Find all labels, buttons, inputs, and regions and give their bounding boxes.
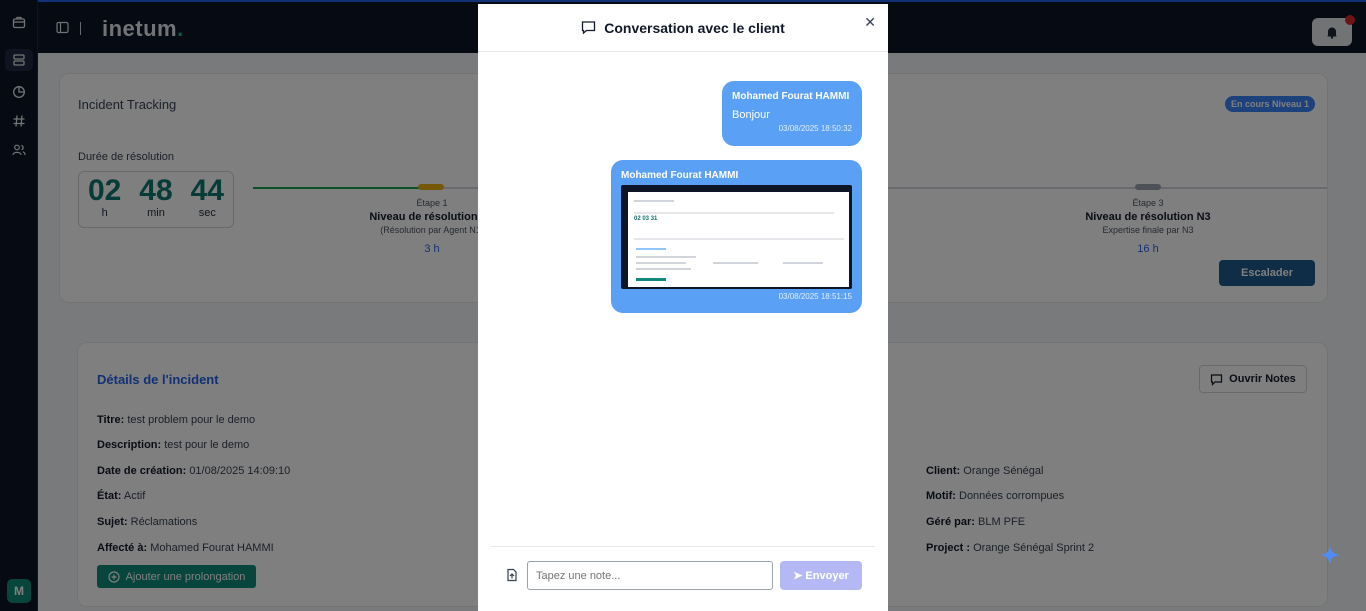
modal-footer-divider	[491, 546, 875, 547]
close-icon[interactable]: ✕	[864, 14, 876, 31]
conversation-modal: Conversation avec le client ✕ Mohamed Fo…	[478, 4, 888, 611]
message-text: Bonjour	[732, 109, 770, 121]
send-button[interactable]: ➤ Envoyer	[780, 561, 862, 590]
chat-message: Mohamed Fourat HAMMI Bonjour 03/08/2025 …	[722, 81, 862, 146]
message-sender: Mohamed Fourat HAMMI	[732, 91, 850, 102]
note-input[interactable]	[527, 561, 773, 590]
chat-message: Mohamed Fourat HAMMI 02 03 31 03/08/2025…	[611, 160, 862, 313]
file-upload-icon[interactable]	[505, 568, 519, 587]
message-sender: Mohamed Fourat HAMMI	[621, 170, 739, 181]
attachment-image[interactable]: 02 03 31	[621, 185, 852, 289]
message-icon	[582, 21, 596, 35]
sparkle-icon[interactable]	[1319, 544, 1341, 571]
message-timestamp: 03/08/2025 18:51:15	[778, 292, 852, 301]
modal-header: Conversation avec le client	[478, 4, 888, 52]
message-timestamp: 03/08/2025 18:50:32	[778, 124, 852, 133]
modal-title: Conversation avec le client	[604, 19, 785, 36]
